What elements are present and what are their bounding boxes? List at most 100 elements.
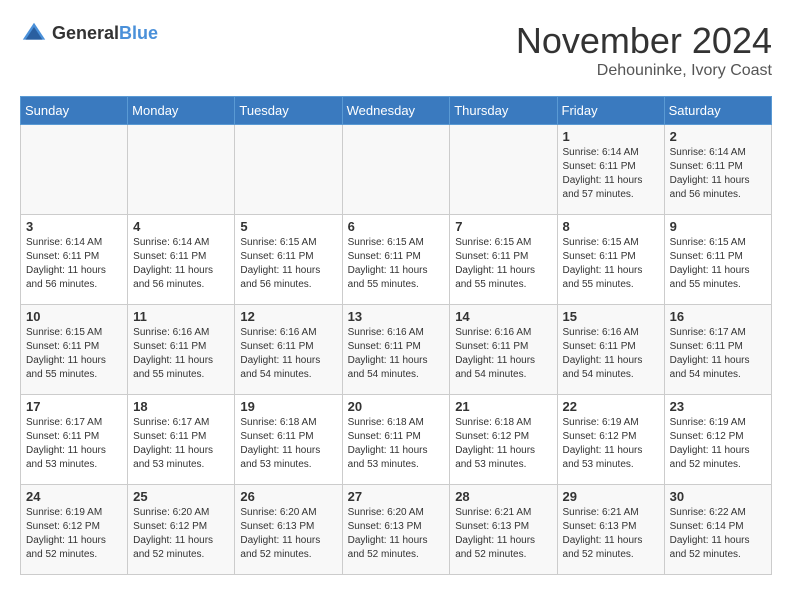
logo-icon [20, 20, 48, 48]
calendar-cell: 11 Sunrise: 6:16 AM Sunset: 6:11 PM Dayli… [128, 305, 235, 395]
title-block: November 2024 Dehouninke, Ivory Coast [516, 20, 772, 80]
day-info: Sunrise: 6:21 AM Sunset: 6:13 PM Dayligh… [455, 506, 551, 562]
calendar-cell: 27Sunrise: 6:20 AM Sunset: 6:13 PM Dayli… [342, 485, 450, 575]
day-info: Sunrise: 6:16 AM Sunset: 6:11 PM Dayligh… [563, 326, 659, 382]
day-info: Sunrise: 6:14 AM Sunset: 6:11 PM Dayligh… [563, 146, 659, 202]
calendar-week-row: 24 Sunrise: 6:19 AM Sunset: 6:12 PM Dayli… [21, 485, 772, 575]
day-number: 28 [455, 489, 551, 504]
day-info: Sunrise: 6:16 AM Sunset: 6:11 PM Dayligh… [348, 326, 445, 382]
day-info: Sunrise: 6:18 AM Sunset: 6:12 PM Dayligh… [455, 416, 551, 472]
day-number: 7 [455, 219, 551, 234]
day-number: 27 [348, 489, 445, 504]
day-number: 12 [240, 309, 336, 324]
day-number: 3 [26, 219, 122, 234]
weekday-header: Monday [128, 97, 235, 125]
day-info: Sunrise: 6:18 AM Sunset: 6:11 PM Dayligh… [348, 416, 445, 472]
calendar-header: SundayMondayTuesdayWednesdayThursdayFrid… [21, 97, 772, 125]
calendar-table: SundayMondayTuesdayWednesdayThursdayFrid… [20, 96, 772, 575]
calendar-cell: 2 Sunrise: 6:14 AM Sunset: 6:11 PM Daylig… [664, 125, 771, 215]
day-number: 24 [26, 489, 122, 504]
calendar-cell [128, 125, 235, 215]
day-number: 9 [670, 219, 766, 234]
calendar-cell: 10 Sunrise: 6:15 AM Sunset: 6:11 PM Dayli… [21, 305, 128, 395]
day-info: Sunrise: 6:17 AM Sunset: 6:11 PM Dayligh… [670, 326, 766, 382]
day-info: Sunrise: 6:20 AM Sunset: 6:12 PM Dayligh… [133, 506, 229, 562]
location-subtitle: Dehouninke, Ivory Coast [516, 62, 772, 80]
day-info: Sunrise: 6:20 AM Sunset: 6:13 PM Dayligh… [240, 506, 336, 562]
weekday-header: Tuesday [235, 97, 342, 125]
day-info: Sunrise: 6:16 AM Sunset: 6:11 PM Dayligh… [240, 326, 336, 382]
calendar-cell: 4Sunrise: 6:14 AM Sunset: 6:11 PM Daylig… [128, 215, 235, 305]
calendar-week-row: 17 Sunrise: 6:17 AM Sunset: 6:11 PM Dayli… [21, 395, 772, 485]
day-number: 14 [455, 309, 551, 324]
day-number: 25 [133, 489, 229, 504]
calendar-cell: 25 Sunrise: 6:20 AM Sunset: 6:12 PM Dayli… [128, 485, 235, 575]
day-number: 26 [240, 489, 336, 504]
weekday-header: Friday [557, 97, 664, 125]
calendar-cell: 1 Sunrise: 6:14 AM Sunset: 6:11 PM Daylig… [557, 125, 664, 215]
day-info: Sunrise: 6:19 AM Sunset: 6:12 PM Dayligh… [26, 506, 122, 562]
day-number: 6 [348, 219, 445, 234]
day-info: Sunrise: 6:19 AM Sunset: 6:12 PM Dayligh… [670, 416, 766, 472]
day-info: Sunrise: 6:14 AM Sunset: 6:11 PM Dayligh… [670, 146, 766, 202]
calendar-cell: 20 Sunrise: 6:18 AM Sunset: 6:11 PM Dayli… [342, 395, 450, 485]
calendar-cell: 26 Sunrise: 6:20 AM Sunset: 6:13 PM Dayli… [235, 485, 342, 575]
calendar-cell: 30 Sunrise: 6:22 AM Sunset: 6:14 PM Dayli… [664, 485, 771, 575]
calendar-week-row: 10 Sunrise: 6:15 AM Sunset: 6:11 PM Dayli… [21, 305, 772, 395]
calendar-cell: 9 Sunrise: 6:15 AM Sunset: 6:11 PM Daylig… [664, 215, 771, 305]
calendar-cell: 21Sunrise: 6:18 AM Sunset: 6:12 PM Dayli… [450, 395, 557, 485]
calendar-cell [342, 125, 450, 215]
calendar-cell: 24 Sunrise: 6:19 AM Sunset: 6:12 PM Dayli… [21, 485, 128, 575]
weekday-header: Thursday [450, 97, 557, 125]
day-number: 22 [563, 399, 659, 414]
day-info: Sunrise: 6:21 AM Sunset: 6:13 PM Dayligh… [563, 506, 659, 562]
calendar-cell: 29 Sunrise: 6:21 AM Sunset: 6:13 PM Dayli… [557, 485, 664, 575]
day-number: 2 [670, 129, 766, 144]
day-info: Sunrise: 6:15 AM Sunset: 6:11 PM Dayligh… [240, 236, 336, 292]
day-number: 8 [563, 219, 659, 234]
calendar-cell: 3 Sunrise: 6:14 AM Sunset: 6:11 PM Daylig… [21, 215, 128, 305]
day-info: Sunrise: 6:15 AM Sunset: 6:11 PM Dayligh… [26, 326, 122, 382]
calendar-cell [235, 125, 342, 215]
weekday-header: Sunday [21, 97, 128, 125]
day-number: 16 [670, 309, 766, 324]
calendar-cell: 19Sunrise: 6:18 AM Sunset: 6:11 PM Dayli… [235, 395, 342, 485]
day-info: Sunrise: 6:16 AM Sunset: 6:11 PM Dayligh… [133, 326, 229, 382]
day-info: Sunrise: 6:18 AM Sunset: 6:11 PM Dayligh… [240, 416, 336, 472]
calendar-cell: 5Sunrise: 6:15 AM Sunset: 6:11 PM Daylig… [235, 215, 342, 305]
calendar-cell: 16 Sunrise: 6:17 AM Sunset: 6:11 PM Dayli… [664, 305, 771, 395]
day-info: Sunrise: 6:14 AM Sunset: 6:11 PM Dayligh… [26, 236, 122, 292]
day-number: 1 [563, 129, 659, 144]
calendar-cell: 18Sunrise: 6:17 AM Sunset: 6:11 PM Dayli… [128, 395, 235, 485]
day-number: 4 [133, 219, 229, 234]
day-info: Sunrise: 6:15 AM Sunset: 6:11 PM Dayligh… [455, 236, 551, 292]
calendar-cell: 22 Sunrise: 6:19 AM Sunset: 6:12 PM Dayli… [557, 395, 664, 485]
calendar-cell: 14Sunrise: 6:16 AM Sunset: 6:11 PM Dayli… [450, 305, 557, 395]
day-info: Sunrise: 6:17 AM Sunset: 6:11 PM Dayligh… [133, 416, 229, 472]
calendar-cell: 23 Sunrise: 6:19 AM Sunset: 6:12 PM Dayli… [664, 395, 771, 485]
day-number: 30 [670, 489, 766, 504]
logo-text: GeneralBlue [52, 24, 158, 44]
day-number: 20 [348, 399, 445, 414]
day-number: 10 [26, 309, 122, 324]
day-number: 11 [133, 309, 229, 324]
day-number: 17 [26, 399, 122, 414]
calendar-week-row: 1 Sunrise: 6:14 AM Sunset: 6:11 PM Daylig… [21, 125, 772, 215]
calendar-cell: 12 Sunrise: 6:16 AM Sunset: 6:11 PM Dayli… [235, 305, 342, 395]
day-number: 29 [563, 489, 659, 504]
calendar-cell: 7 Sunrise: 6:15 AM Sunset: 6:11 PM Daylig… [450, 215, 557, 305]
day-info: Sunrise: 6:22 AM Sunset: 6:14 PM Dayligh… [670, 506, 766, 562]
weekday-header: Saturday [664, 97, 771, 125]
day-number: 15 [563, 309, 659, 324]
calendar-cell [21, 125, 128, 215]
day-number: 23 [670, 399, 766, 414]
weekday-header: Wednesday [342, 97, 450, 125]
day-number: 13 [348, 309, 445, 324]
day-info: Sunrise: 6:15 AM Sunset: 6:11 PM Dayligh… [563, 236, 659, 292]
day-info: Sunrise: 6:15 AM Sunset: 6:11 PM Dayligh… [670, 236, 766, 292]
calendar-cell [450, 125, 557, 215]
calendar-cell: 28 Sunrise: 6:21 AM Sunset: 6:13 PM Dayli… [450, 485, 557, 575]
calendar-week-row: 3 Sunrise: 6:14 AM Sunset: 6:11 PM Daylig… [21, 215, 772, 305]
calendar-cell: 6Sunrise: 6:15 AM Sunset: 6:11 PM Daylig… [342, 215, 450, 305]
day-info: Sunrise: 6:19 AM Sunset: 6:12 PM Dayligh… [563, 416, 659, 472]
